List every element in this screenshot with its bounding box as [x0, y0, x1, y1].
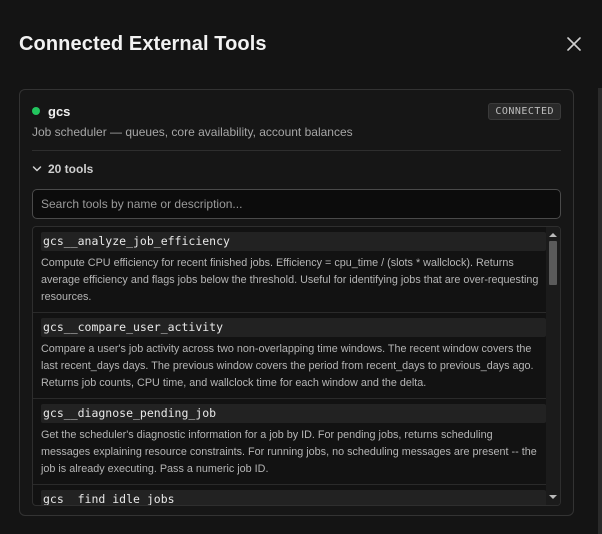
search-input[interactable]: [32, 189, 561, 219]
chevron-down-icon: [32, 166, 42, 172]
tool-name: gcs__find_idle_jobs: [41, 490, 546, 505]
tool-list[interactable]: gcs__analyze_job_efficiency Compute CPU …: [32, 226, 561, 506]
status-dot: [32, 107, 40, 115]
scrollbar-thumb[interactable]: [549, 241, 557, 285]
server-name: gcs: [48, 103, 71, 119]
tool-item[interactable]: gcs__compare_user_activity Compare a use…: [33, 313, 546, 399]
tool-description: Get the scheduler's diagnostic informati…: [41, 429, 537, 475]
background-edge: [598, 88, 602, 534]
close-icon: [567, 37, 581, 51]
tools-toggle[interactable]: 20 tools: [32, 162, 93, 176]
close-button[interactable]: [564, 34, 584, 54]
server-header: gcs CONNECTED: [32, 102, 561, 120]
dialog-title: Connected External Tools: [19, 32, 267, 55]
tool-item[interactable]: gcs__find_idle_jobs: [33, 485, 546, 505]
divider: [32, 150, 561, 151]
status-badge: CONNECTED: [488, 102, 561, 120]
scroll-up-icon[interactable]: [549, 231, 557, 239]
tool-item[interactable]: gcs__analyze_job_efficiency Compute CPU …: [33, 227, 546, 313]
dialog-header: Connected External Tools: [19, 30, 582, 58]
tools-count: 20 tools: [48, 162, 94, 176]
tool-items: gcs__analyze_job_efficiency Compute CPU …: [33, 227, 546, 505]
server-description: Job scheduler — queues, core availabilit…: [32, 125, 353, 139]
scroll-down-icon[interactable]: [549, 493, 557, 501]
server-card: gcs CONNECTED Job scheduler — queues, co…: [19, 89, 574, 516]
scrollbar[interactable]: [546, 227, 560, 505]
tool-description: Compute CPU efficiency for recent finish…: [41, 257, 539, 303]
tool-name: gcs__analyze_job_efficiency: [41, 232, 546, 251]
tool-name: gcs__diagnose_pending_job: [41, 404, 546, 423]
tool-description: Compare a user's job activity across two…: [41, 343, 534, 389]
tool-name: gcs__compare_user_activity: [41, 318, 546, 337]
tool-item[interactable]: gcs__diagnose_pending_job Get the schedu…: [33, 399, 546, 485]
